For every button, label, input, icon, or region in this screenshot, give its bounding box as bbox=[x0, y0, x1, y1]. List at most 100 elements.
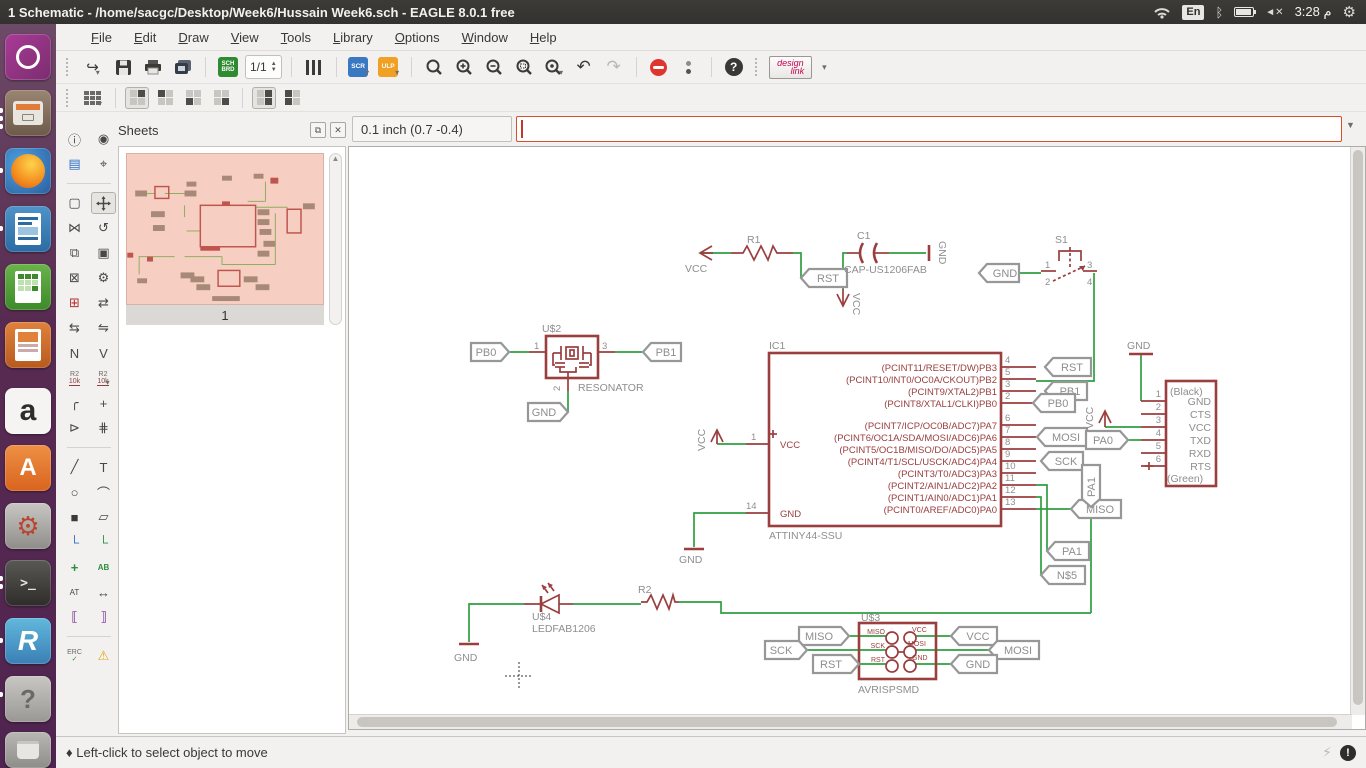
sheet-1-thumbnail[interactable] bbox=[126, 153, 324, 305]
launcher-rstudio[interactable]: R bbox=[5, 618, 51, 664]
invoke-tool-button[interactable]: ⊳ bbox=[62, 417, 87, 439]
switch-s1[interactable]: S1 1 2 3 4 bbox=[1041, 234, 1097, 288]
run-script-button[interactable]: SCR ▾ bbox=[346, 55, 372, 79]
rect-tool-button[interactable]: ■ bbox=[62, 506, 87, 528]
miter-tool-button[interactable]: ╭ bbox=[62, 392, 87, 414]
net-label-sck[interactable]: SCK bbox=[763, 639, 809, 661]
launcher-impress[interactable] bbox=[5, 322, 51, 368]
launcher-firefox[interactable] bbox=[5, 148, 51, 194]
attribute-tool-button[interactable]: AT bbox=[62, 581, 87, 603]
launcher-trash[interactable] bbox=[5, 732, 51, 768]
command-dropdown-arrow[interactable]: ▼ bbox=[1346, 120, 1355, 130]
gnd-symbol[interactable]: GND bbox=[1127, 340, 1153, 356]
window-layout-3-button[interactable] bbox=[181, 87, 205, 109]
smash-tool-button[interactable]: R2 10k bbox=[62, 367, 87, 389]
canvas-horizontal-scrollbar[interactable] bbox=[349, 714, 1352, 729]
window-layout-4-button[interactable] bbox=[209, 87, 233, 109]
ic1-attiny44[interactable]: IC1 ATTINY44-SSU 1 14 VCC GND 4 5 3 2 6 … bbox=[746, 340, 1036, 542]
led-u4[interactable]: U$4 LEDFAB1206 bbox=[524, 582, 596, 635]
replace-tool-button[interactable]: ⇋ bbox=[91, 317, 116, 339]
erc-tool-button[interactable]: ERC ✓ bbox=[62, 645, 87, 667]
launcher-settings[interactable]: ⚙ bbox=[5, 503, 51, 549]
net-label-pb0[interactable]: PB0 bbox=[469, 341, 511, 363]
bluetooth-icon[interactable]: ᛒ bbox=[1215, 5, 1223, 20]
launcher-files[interactable] bbox=[5, 90, 51, 136]
unsmash-tool-button[interactable]: R2 10k ▾ bbox=[91, 367, 116, 389]
design-link-dropdown[interactable]: ▾ bbox=[822, 62, 827, 73]
circle-tool-button[interactable]: ○ bbox=[62, 481, 87, 503]
mirror-tool-button[interactable]: ⋈ bbox=[62, 217, 87, 239]
launcher-help[interactable]: ? bbox=[5, 676, 51, 722]
launcher-terminal[interactable]: >_ bbox=[5, 560, 51, 606]
value-tool-button[interactable]: V bbox=[91, 342, 116, 364]
menu-help[interactable]: Help bbox=[521, 26, 566, 49]
net-label-gnd[interactable]: GND bbox=[949, 653, 999, 675]
zoom-in-button[interactable] bbox=[451, 55, 477, 79]
undo-button[interactable]: ↶ bbox=[571, 55, 597, 79]
bus-tool-button[interactable]: └ bbox=[62, 531, 87, 553]
menu-draw[interactable]: Draw bbox=[169, 26, 217, 49]
launcher-dash[interactable] bbox=[5, 34, 51, 80]
zoom-redraw-button[interactable]: ▾ bbox=[541, 55, 567, 79]
gnd-symbol[interactable]: GND bbox=[454, 642, 479, 664]
launcher-calc[interactable] bbox=[5, 264, 51, 310]
net-label-rst[interactable]: RST bbox=[1043, 356, 1093, 378]
vcc-symbol[interactable]: VCC bbox=[836, 289, 862, 316]
cam-processor-button[interactable] bbox=[170, 55, 196, 79]
net-tool-button[interactable]: └ bbox=[91, 531, 116, 553]
menu-tools[interactable]: Tools bbox=[272, 26, 320, 49]
redo-button[interactable]: ↷ bbox=[601, 55, 627, 79]
delete-tool-button[interactable]: ⊠ bbox=[62, 267, 87, 289]
net-label-pb1[interactable]: PB1 bbox=[641, 341, 683, 363]
layer-settings-button[interactable] bbox=[301, 55, 327, 79]
session-gear-icon[interactable]: ⚙ bbox=[1343, 3, 1356, 21]
sheets-close-button[interactable]: ✕ bbox=[330, 122, 346, 138]
print-button[interactable] bbox=[140, 55, 166, 79]
wire-tool-button[interactable]: ╱ bbox=[62, 456, 87, 478]
wifi-icon[interactable] bbox=[1153, 6, 1171, 19]
notification-icon[interactable]: ! bbox=[1340, 744, 1356, 761]
canvas-vertical-scrollbar[interactable] bbox=[1350, 147, 1365, 715]
traffic-status-button[interactable] bbox=[676, 55, 702, 79]
junction-tool-button[interactable]: + bbox=[62, 556, 87, 578]
gateswap-tool-button[interactable]: ⇆ bbox=[62, 317, 87, 339]
ftdi-header[interactable]: (Black) (Green) 1 2 3 4 5 6 GND CTS VCC … bbox=[1141, 379, 1218, 488]
net-label-gnd[interactable]: GND bbox=[977, 262, 1021, 284]
paste-tool-button[interactable]: ▣ bbox=[91, 242, 116, 264]
split-tool-button[interactable]: + bbox=[91, 392, 116, 414]
net-wires[interactable] bbox=[468, 252, 1142, 665]
menu-view[interactable]: View bbox=[222, 26, 268, 49]
split-wire-tool-button[interactable]: ⋕ bbox=[91, 417, 116, 439]
bolt-icon[interactable]: ⚡ bbox=[1322, 744, 1332, 761]
vcc-symbol[interactable]: VCC bbox=[696, 428, 724, 451]
port-tool-button[interactable]: ⟧ bbox=[91, 606, 116, 628]
launcher-amazon[interactable]: a bbox=[5, 388, 51, 434]
toolbar-grip[interactable] bbox=[66, 58, 72, 76]
net-label-vcc[interactable]: VCC bbox=[949, 625, 999, 647]
show-tool-button[interactable]: ◉ bbox=[91, 128, 116, 150]
zoom-out-button[interactable] bbox=[481, 55, 507, 79]
design-link-button[interactable]: design link bbox=[768, 55, 813, 79]
erc-errors-tool-button[interactable]: ⚠ bbox=[91, 645, 116, 667]
window-layout-6-button[interactable] bbox=[280, 87, 304, 109]
label-tool-button[interactable]: AB bbox=[91, 556, 116, 578]
change-tool-button[interactable]: ⚙ bbox=[91, 267, 116, 289]
net-label-gnd[interactable]: GND bbox=[526, 401, 570, 423]
open-button[interactable]: ↪ ▾ bbox=[80, 55, 106, 79]
net-label-pa1[interactable]: PA1 bbox=[1045, 540, 1091, 562]
toolbar-grip[interactable] bbox=[754, 58, 761, 76]
net-label-n5[interactable]: N$5 bbox=[1039, 564, 1087, 586]
text-tool-button[interactable]: T bbox=[91, 456, 116, 478]
net-label-rst[interactable]: RST bbox=[799, 267, 849, 289]
net-label-rst[interactable]: RST bbox=[811, 653, 861, 675]
name-tool-button[interactable]: N bbox=[62, 342, 87, 364]
net-label-sck[interactable]: SCK bbox=[1039, 450, 1085, 472]
launcher-software[interactable]: A bbox=[5, 445, 51, 491]
keyboard-layout-indicator[interactable]: En bbox=[1182, 4, 1205, 20]
run-ulp-button[interactable]: ULP ▾ bbox=[376, 55, 402, 79]
net-label-miso[interactable]: MISO bbox=[797, 625, 851, 647]
net-label-pb0[interactable]: PB0 bbox=[1031, 392, 1077, 414]
mark-tool-button[interactable]: ⌖ bbox=[91, 153, 116, 175]
polygon-tool-button[interactable]: ▱ bbox=[91, 506, 116, 528]
resistor-r2[interactable]: R2 bbox=[638, 584, 679, 612]
